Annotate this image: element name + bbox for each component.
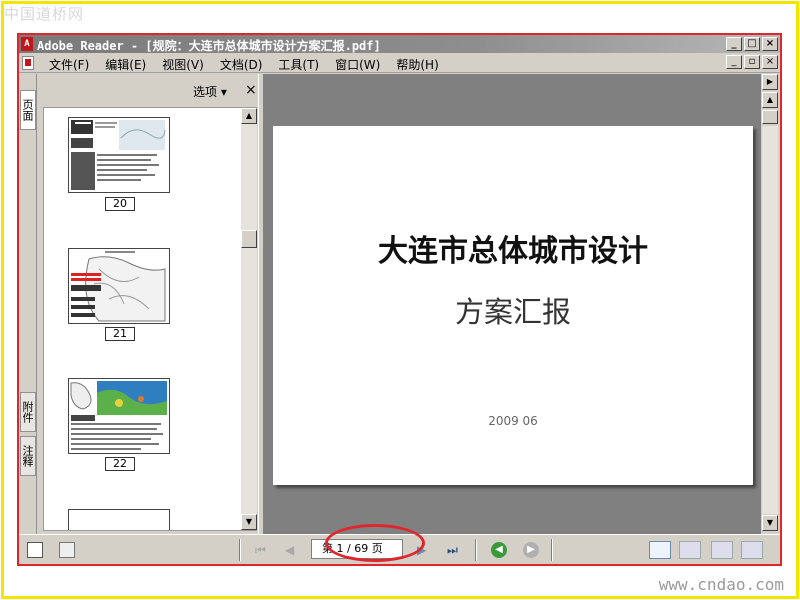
maximize-button[interactable]: □ [744, 37, 760, 51]
thumbnail-label-21[interactable]: 21 [105, 327, 135, 341]
menu-document[interactable]: 文档(D) [212, 56, 271, 73]
doc-scroll-up-button[interactable]: ▲ [762, 92, 778, 108]
document-date: 2009 06 [488, 414, 538, 428]
adobe-reader-window: A Adobe Reader - [规院：大连市总体城市设计方案汇报.pdf] … [17, 33, 782, 566]
tab-attachments[interactable]: 附件 [20, 392, 36, 432]
panel-header: 选项 ▾ × [37, 74, 258, 102]
page-size-icon[interactable] [59, 542, 75, 558]
panel-close-button[interactable]: × [245, 82, 257, 98]
thumbnail-list: 20 21 22 [43, 107, 257, 531]
thumbnail-scrollbar[interactable]: ▲ ▼ [241, 108, 257, 530]
doc-minimize-button[interactable]: _ [726, 55, 742, 69]
watermark-top: 中国道桥网 [4, 5, 85, 23]
window-controls: _ □ × [726, 37, 778, 51]
thumbnail-21-preview [71, 251, 166, 322]
separator [551, 539, 553, 561]
thumbnail-20-preview [71, 120, 166, 190]
pdf-page: 大连市总体城市设计 方案汇报 2009 06 [273, 126, 753, 485]
document-scrollbar[interactable]: ▶ ▲ ▼ [761, 74, 780, 534]
thumb-scroll-down-button[interactable]: ▼ [241, 514, 257, 530]
pages-panel: 选项 ▾ × 20 21 22 ▲ ▼ [37, 74, 258, 534]
title-bar[interactable]: A Adobe Reader - [规院：大连市总体城市设计方案汇报.pdf] … [19, 35, 780, 53]
thumb-scroll-up-button[interactable]: ▲ [241, 108, 257, 124]
doc-scroll-down-button[interactable]: ▼ [762, 515, 778, 531]
tab-comments[interactable]: 注释 [20, 436, 36, 476]
document-window-controls: _ ▫ × [726, 55, 778, 69]
monitor-icon[interactable] [27, 542, 43, 558]
navigation-tab-strip: 页面 附件 注释 [19, 74, 37, 534]
menu-items: 文件(F) 编辑(E) 视图(V) 文档(D) 工具(T) 窗口(W) 帮助(H… [41, 56, 447, 73]
menu-bar: 文件(F) 编辑(E) 视图(V) 文档(D) 工具(T) 窗口(W) 帮助(H… [19, 53, 780, 73]
tab-pages[interactable]: 页面 [20, 90, 36, 130]
menu-file[interactable]: 文件(F) [41, 56, 97, 73]
separator [239, 539, 241, 561]
options-dropdown[interactable]: 选项 ▾ [193, 83, 227, 100]
doc-close-button[interactable]: × [762, 55, 778, 69]
continuous-view-icon[interactable] [679, 541, 701, 559]
menu-edit[interactable]: 编辑(E) [97, 56, 154, 73]
facing-view-icon[interactable] [711, 541, 733, 559]
watermark-bottom: www.cndao.com [658, 575, 784, 594]
last-page-icon[interactable]: ⏭ [447, 543, 461, 557]
thumbnail-label-20[interactable]: 20 [105, 197, 135, 211]
document-subtitle: 方案汇报 [454, 295, 571, 329]
thumb-scroll-handle[interactable] [241, 230, 257, 248]
go-back-icon[interactable]: ◀ [491, 542, 507, 558]
document-title: 大连市总体城市设计 [378, 234, 648, 269]
close-button[interactable]: × [762, 37, 778, 51]
window-title: Adobe Reader - [规院：大连市总体城市设计方案汇报.pdf] [37, 39, 381, 53]
document-view: 大连市总体城市设计 方案汇报 2009 06 [264, 74, 761, 534]
minimize-button[interactable]: _ [726, 37, 742, 51]
menu-view[interactable]: 视图(V) [154, 56, 212, 73]
doc-scroll-handle[interactable] [762, 110, 778, 124]
adobe-reader-icon[interactable]: A [21, 37, 33, 51]
menu-window[interactable]: 窗口(W) [327, 56, 388, 73]
menu-tools[interactable]: 工具(T) [270, 56, 327, 73]
separator [475, 539, 477, 561]
thumbnail-label-22[interactable]: 22 [105, 457, 135, 471]
doc-restore-button[interactable]: ▫ [744, 55, 760, 69]
continuous-facing-view-icon[interactable] [741, 541, 763, 559]
previous-page-icon[interactable]: ◀ [285, 543, 299, 557]
menu-help[interactable]: 帮助(H) [388, 56, 446, 73]
highlight-annotation-oval [325, 524, 425, 562]
page-thumbnail-22[interactable] [68, 378, 170, 454]
doc-scroll-track[interactable] [762, 126, 778, 514]
page-thumbnail-21[interactable] [68, 248, 170, 324]
thumbnail-22-preview [70, 381, 167, 450]
go-forward-icon[interactable]: ▶ [523, 542, 539, 558]
doc-scroll-right-button[interactable]: ▶ [762, 74, 778, 90]
document-icon[interactable] [22, 56, 34, 70]
page-thumbnail-23[interactable] [68, 509, 170, 530]
page-thumbnail-20[interactable] [68, 117, 170, 193]
first-page-icon[interactable]: ⏮ [255, 543, 269, 557]
single-page-view-icon[interactable] [649, 541, 671, 559]
